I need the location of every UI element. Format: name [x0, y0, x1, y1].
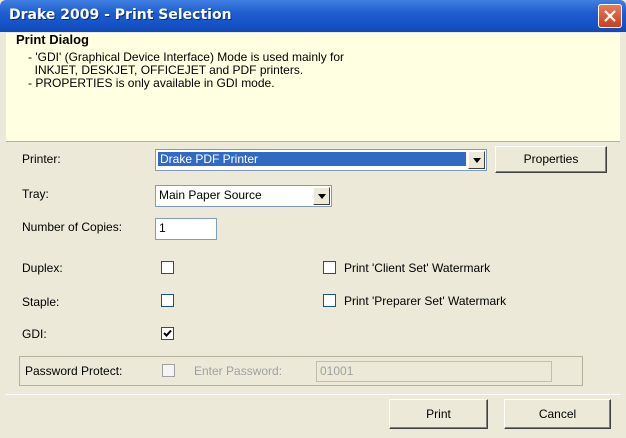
copies-label: Number of Copies:	[22, 220, 123, 234]
checkmark-icon	[163, 329, 172, 337]
print-selection-dialog: Drake 2009 - Print Selection Print Dialo…	[0, 0, 626, 438]
tray-select[interactable]: Main Paper Source	[155, 185, 332, 207]
enter-password-label: Enter Password:	[194, 364, 283, 378]
tray-label: Tray:	[22, 187, 49, 201]
copies-input[interactable]: 1	[155, 218, 217, 240]
gdi-label: GDI:	[22, 327, 47, 341]
chevron-down-icon[interactable]	[313, 187, 330, 205]
chevron-down-icon[interactable]	[468, 151, 485, 169]
tray-value: Main Paper Source	[159, 188, 262, 202]
duplex-label: Duplex:	[22, 261, 63, 275]
preparer-watermark-checkbox[interactable]	[323, 294, 336, 307]
printer-label: Printer:	[22, 152, 61, 166]
password-protect-checkbox[interactable]	[162, 364, 175, 377]
client-watermark-label: Print 'Client Set' Watermark	[344, 261, 491, 275]
cancel-button[interactable]: Cancel	[504, 399, 611, 429]
window-title: Drake 2009 - Print Selection	[9, 7, 232, 23]
client-watermark-checkbox[interactable]	[323, 261, 336, 274]
preparer-watermark-label: Print 'Preparer Set' Watermark	[344, 294, 507, 308]
cancel-button-label: Cancel	[538, 407, 577, 421]
gdi-checkbox[interactable]	[161, 327, 174, 340]
title-bar[interactable]: Drake 2009 - Print Selection	[0, 0, 626, 32]
staple-checkbox[interactable]	[161, 294, 174, 307]
duplex-checkbox[interactable]	[161, 261, 174, 274]
staple-label: Staple:	[22, 295, 60, 309]
close-button[interactable]	[598, 4, 622, 28]
print-button-label: Print	[426, 407, 451, 421]
close-icon	[604, 10, 616, 22]
info-title: Print Dialog	[16, 32, 89, 47]
printer-select[interactable]: Drake PDF Printer	[155, 149, 487, 171]
password-protect-label: Password Protect:	[25, 364, 123, 378]
info-line-3: - PROPERTIES is only available in GDI mo…	[28, 76, 275, 90]
print-button[interactable]: Print	[389, 399, 488, 429]
printer-value: Drake PDF Printer	[158, 152, 466, 166]
properties-button-label: Properties	[523, 152, 579, 166]
properties-button[interactable]: Properties	[495, 146, 607, 173]
divider	[6, 394, 620, 395]
password-input[interactable]: 01001	[316, 361, 552, 382]
